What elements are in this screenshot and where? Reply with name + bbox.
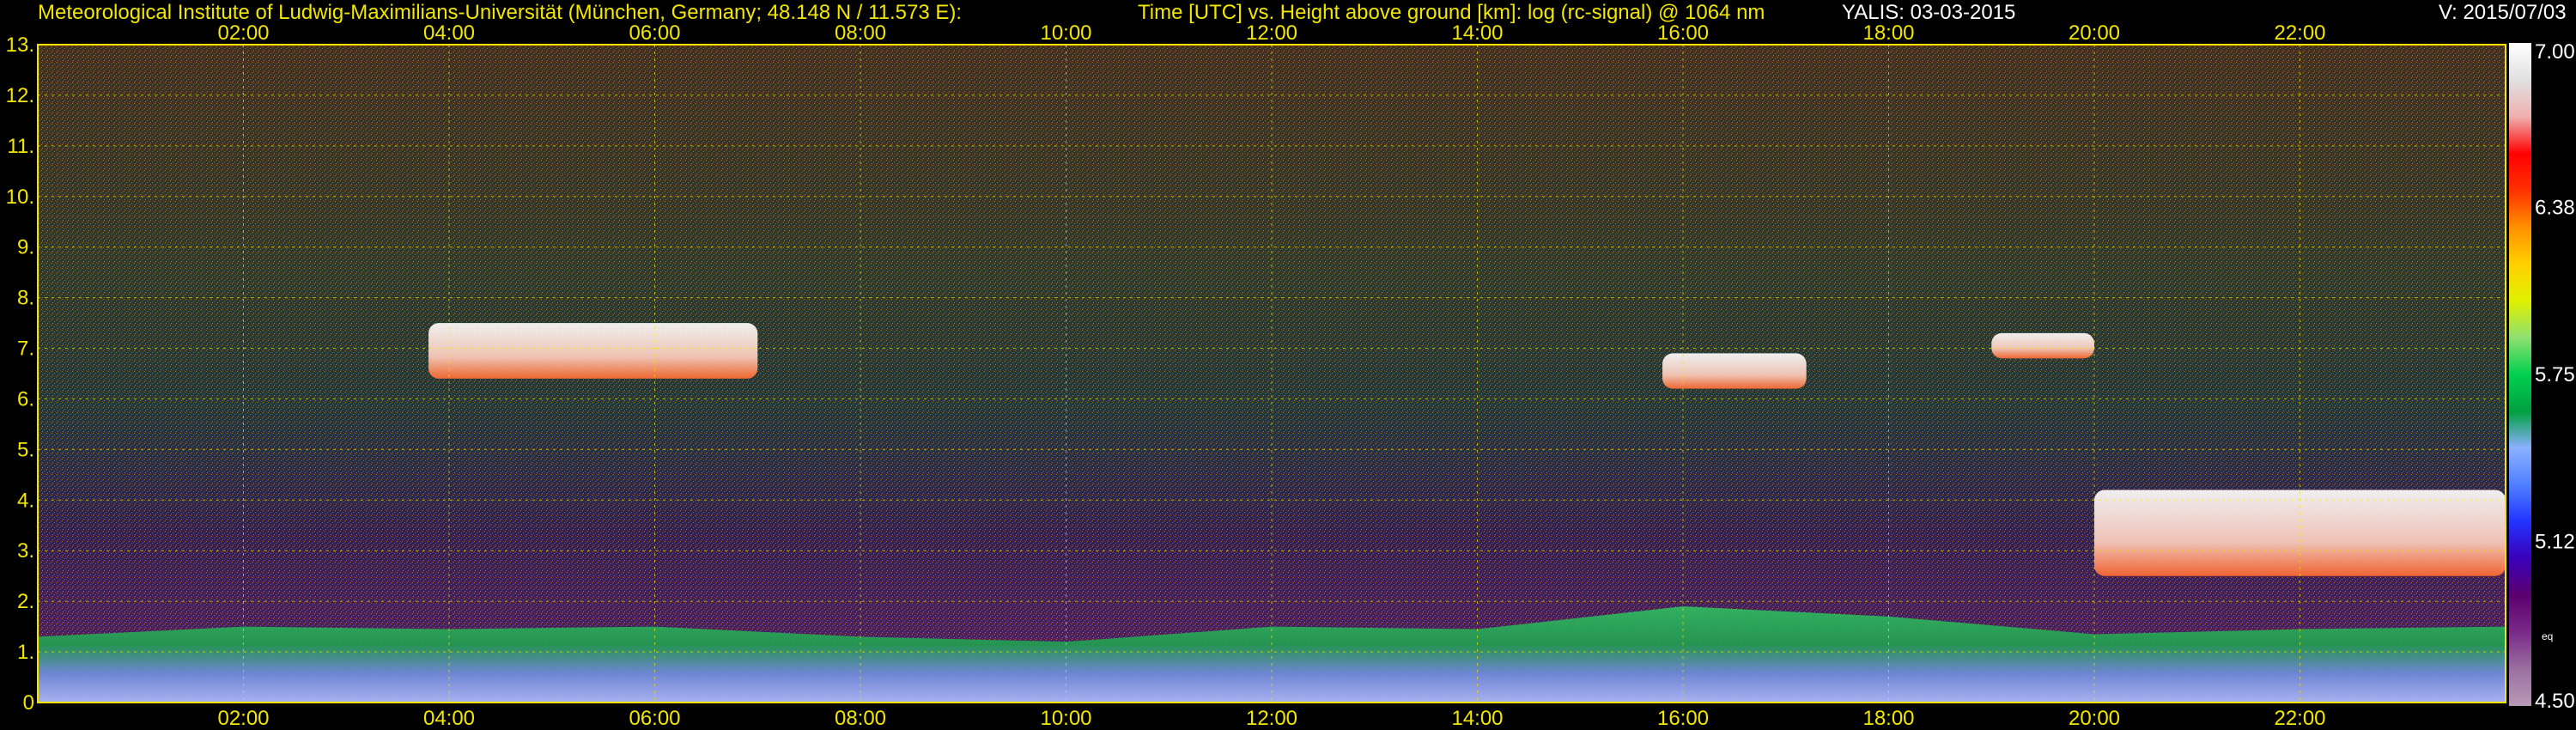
y-tick-label: 2. bbox=[17, 590, 34, 613]
y-tick-label: 4. bbox=[17, 489, 34, 512]
y-tick-label: 3. bbox=[17, 539, 34, 563]
y-tick-label: 13. bbox=[6, 33, 34, 57]
x-tick-label-top: 16:00 bbox=[1657, 21, 1709, 45]
x-tick-label-top: 02:00 bbox=[217, 21, 269, 45]
colorbar-gradient bbox=[2509, 43, 2531, 706]
x-tick-label-bottom: 08:00 bbox=[835, 707, 886, 730]
colorbar-tick-label: 7.00 bbox=[2535, 40, 2575, 64]
y-tick-label: 9. bbox=[17, 236, 34, 259]
colorbar-tick-label: 5.12 bbox=[2535, 531, 2575, 554]
colorbar: 7.00 6.38 5.75 5.12 4.50 eq bbox=[2509, 40, 2575, 713]
institute-label: Meteorological Institute of Ludwig-Maxim… bbox=[38, 1, 962, 24]
x-tick-label-top: 08:00 bbox=[835, 21, 886, 45]
header: Meteorological Institute of Ludwig-Maxim… bbox=[38, 1, 2567, 24]
x-tick-label-top: 10:00 bbox=[1040, 21, 1091, 45]
colorbar-unit-label: eq bbox=[2542, 630, 2553, 642]
colorbar-labels: 7.00 6.38 5.75 5.12 4.50 bbox=[2535, 40, 2575, 713]
station-date-label: YALIS: 03-03-2015 bbox=[1842, 1, 2015, 24]
x-tick-label-top: 18:00 bbox=[1862, 21, 1914, 45]
colorbar-tick-label: 5.75 bbox=[2535, 363, 2575, 386]
x-tick-label-bottom: 18:00 bbox=[1862, 707, 1914, 730]
chart-title: Time [UTC] vs. Height above ground [km]:… bbox=[1138, 1, 1765, 24]
y-tick-label: 1. bbox=[17, 641, 34, 664]
y-tick-label: 6. bbox=[17, 387, 34, 411]
y-tick-label: 7. bbox=[17, 338, 34, 361]
x-tick-label-bottom: 02:00 bbox=[217, 707, 269, 730]
x-tick-label-bottom: 04:00 bbox=[423, 707, 475, 730]
lidar-time-height-chart: Meteorological Institute of Ludwig-Maxim… bbox=[6, 1, 2575, 730]
colorbar-tick-label: 6.38 bbox=[2535, 196, 2575, 219]
plot-area bbox=[37, 44, 2506, 703]
x-axis-top: 02:00 04:00 06:00 08:00 10:00 12:00 14:00 16:00… bbox=[217, 21, 2325, 45]
x-tick-label-top: 22:00 bbox=[2274, 21, 2325, 45]
x-tick-label-top: 12:00 bbox=[1246, 21, 1297, 45]
x-tick-label-bottom: 14:00 bbox=[1451, 707, 1503, 730]
x-tick-label-bottom: 06:00 bbox=[629, 707, 680, 730]
y-tick-label: 12. bbox=[6, 84, 34, 107]
y-tick-label: 5. bbox=[17, 438, 34, 461]
x-axis-bottom: 02:00 04:00 06:00 08:00 10:00 12:00 14:00 16:00… bbox=[217, 707, 2325, 730]
x-tick-label-top: 14:00 bbox=[1451, 21, 1503, 45]
feature-cloud-1 bbox=[428, 323, 758, 379]
y-tick-label: 0 bbox=[23, 691, 34, 715]
version-label: V: 2015/07/03 bbox=[2439, 1, 2567, 24]
colorbar-tick-label: 4.50 bbox=[2535, 690, 2575, 713]
y-tick-label: 10. bbox=[6, 186, 34, 209]
x-tick-label-bottom: 16:00 bbox=[1657, 707, 1709, 730]
x-tick-label-top: 20:00 bbox=[2069, 21, 2120, 45]
x-tick-label-top: 06:00 bbox=[629, 21, 680, 45]
x-tick-label-bottom: 10:00 bbox=[1040, 707, 1091, 730]
x-tick-label-bottom: 12:00 bbox=[1246, 707, 1297, 730]
y-tick-label: 11. bbox=[7, 135, 34, 158]
x-tick-label-bottom: 20:00 bbox=[2069, 707, 2120, 730]
y-tick-label: 8. bbox=[17, 287, 34, 310]
feature-cloud-3 bbox=[1991, 332, 2094, 359]
y-axis: 0 1. 2. 3. 4. 5. 6. 7. 8. 9. 10. 11. 12. 13. bbox=[6, 33, 34, 715]
x-tick-label-top: 04:00 bbox=[423, 21, 475, 45]
feature-cloud-2 bbox=[1662, 353, 1807, 389]
x-tick-label-bottom: 22:00 bbox=[2274, 707, 2325, 730]
